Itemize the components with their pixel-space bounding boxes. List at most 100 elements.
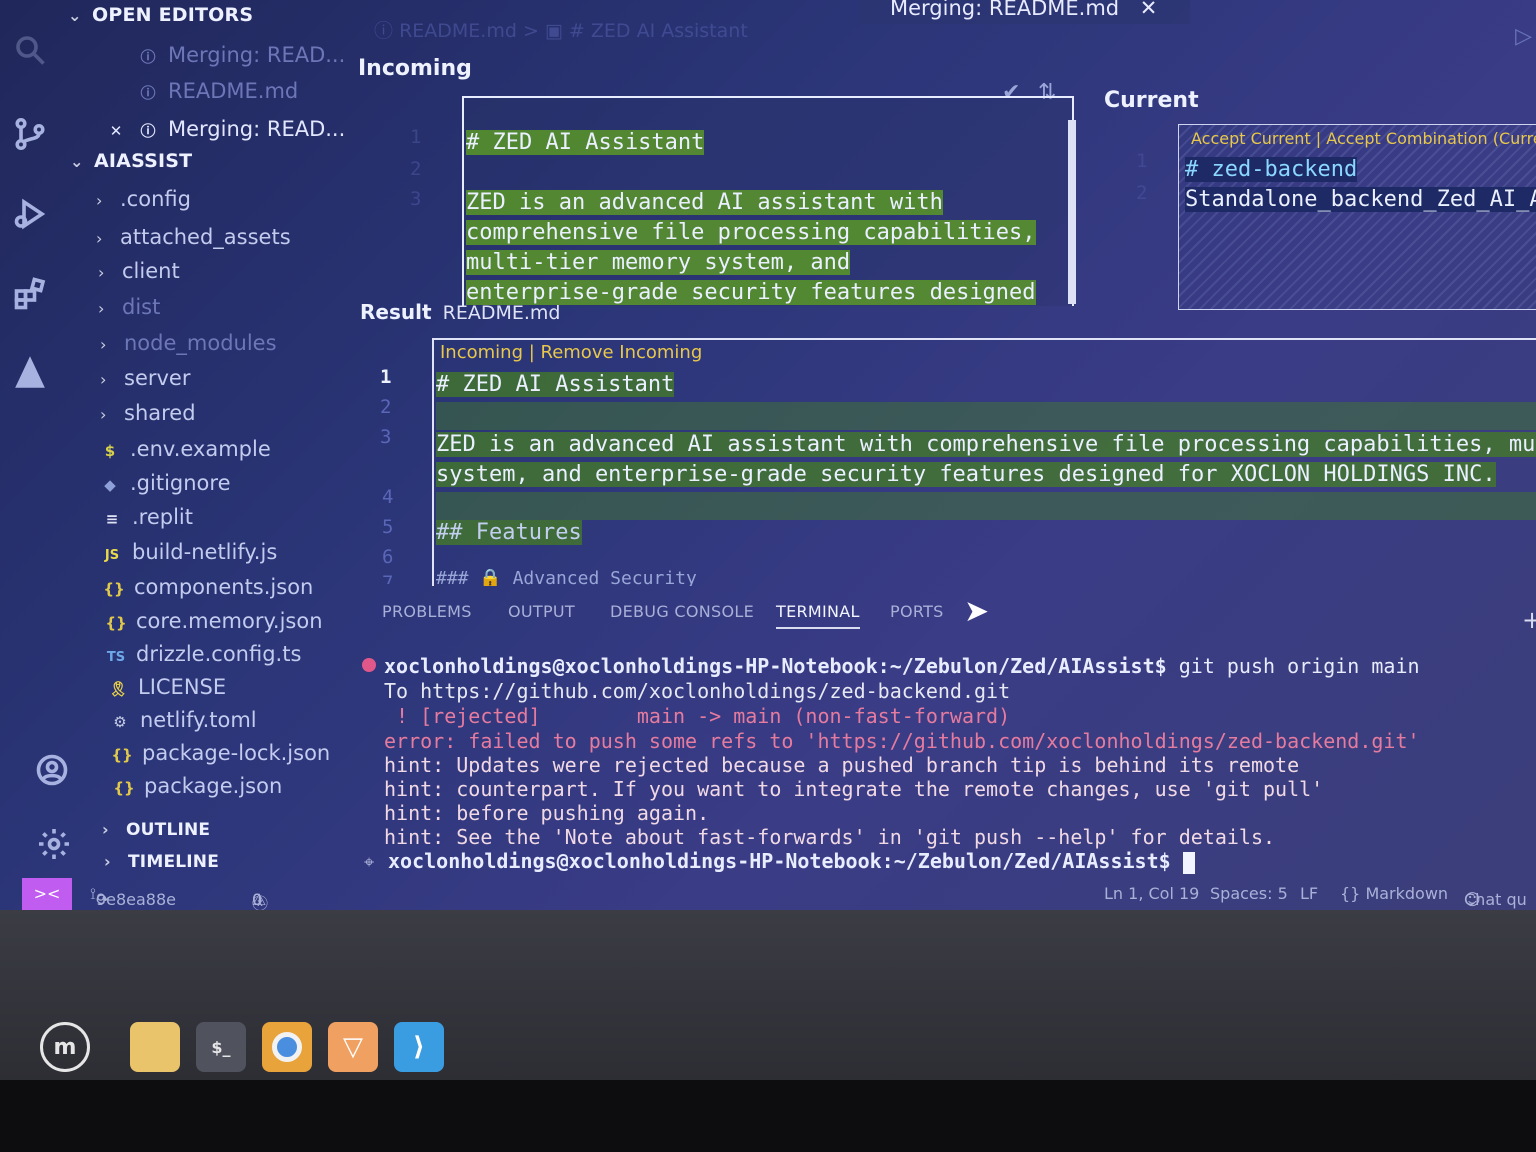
file-item[interactable]: 🎗 LICENSE <box>106 672 226 702</box>
mouse-cursor-icon: ➤ <box>964 594 990 629</box>
file-item[interactable]: $ .env.example <box>98 434 271 464</box>
terminal-output-line: hint: counterpart. If you want to integr… <box>384 777 1324 801</box>
editor-tab-merging[interactable]: Merging: README.md ✕ <box>890 0 1157 20</box>
folder-item[interactable]: › client <box>98 256 180 286</box>
tab-debug-console[interactable]: DEBUG CONSOLE <box>610 602 754 621</box>
run-play-icon[interactable]: ▷ <box>1515 24 1532 49</box>
tab-ports[interactable]: PORTS <box>890 602 944 621</box>
vscode-app-icon[interactable]: ⟩ <box>394 1022 444 1072</box>
run-debug-icon[interactable] <box>8 192 52 236</box>
add-terminal-icon[interactable]: + <box>1522 606 1536 634</box>
line-number: 2 <box>410 158 422 180</box>
file-item[interactable]: TS drizzle.config.ts <box>104 639 302 669</box>
folder-item[interactable]: › attached_assets <box>96 222 291 252</box>
line-number: 3 <box>380 426 392 448</box>
folder-item[interactable]: › shared <box>100 398 196 428</box>
terminal-cursor <box>1182 851 1195 874</box>
gear-file-icon: ⚙ <box>113 713 127 731</box>
code-line: comprehensive file processing capabiliti… <box>466 220 1036 245</box>
result-code-pane[interactable]: Incoming | Remove Incoming # ZED AI Assi… <box>432 338 1536 586</box>
folder-item[interactable]: › server <box>100 363 190 393</box>
remove-incoming-codelens[interactable]: Incoming | Remove Incoming <box>440 342 702 363</box>
remote-indicator-button[interactable]: >< <box>22 878 72 910</box>
json-file-icon: {} <box>105 614 127 632</box>
search-icon[interactable] <box>8 28 52 72</box>
mint-menu-icon[interactable]: m <box>40 1022 90 1072</box>
code-line: ## Features <box>436 520 582 545</box>
line-number: 5 <box>382 516 394 538</box>
code-line: multi-tier memory system, and <box>466 250 851 275</box>
json-file-icon: {} <box>103 580 125 598</box>
open-editors-header[interactable]: ⌄ OPEN EDITORS <box>68 4 253 26</box>
open-editor-item-active[interactable]: ✕ ⓘ Merging: READ... <box>104 114 346 146</box>
close-icon[interactable]: ✕ <box>104 116 128 146</box>
code-line: # ZED AI Assistant <box>436 372 675 397</box>
tab-problems[interactable]: PROBLEMS <box>382 602 472 621</box>
file-item[interactable]: ⚙ netlify.toml <box>108 705 256 735</box>
json-file-icon: {} <box>111 746 133 764</box>
line-number: 4 <box>382 486 394 508</box>
sail-extension-icon[interactable] <box>8 352 52 396</box>
source-control-icon[interactable] <box>8 112 52 156</box>
file-item[interactable]: {} package-lock.json <box>110 738 330 768</box>
eol-indicator[interactable]: LF <box>1300 884 1318 903</box>
merge-editor: Merging: README.md ✕ ⓘ README.md > ▣ # Z… <box>350 0 1536 590</box>
file-item[interactable]: {} package.json <box>112 771 282 801</box>
open-editor-item[interactable]: ⓘ README.md <box>136 76 298 106</box>
terminal-output-line: hint: See the 'Note about fast-forwards'… <box>384 825 1276 849</box>
incoming-code-pane[interactable]: # ZED AI Assistant ZED is an advanced AI… <box>462 96 1074 306</box>
typescript-file-icon: TS <box>106 650 126 665</box>
accept-current-codelens[interactable]: Accept Current | Accept Combination (Cur… <box>1191 129 1536 148</box>
chevron-down-icon: ⌄ <box>70 152 84 171</box>
result-pane-title: Result <box>360 300 432 324</box>
terminal-output-line: ! [rejected] main -> main (non-fast-forw… <box>384 704 1011 728</box>
license-ribbon-icon: 🎗 <box>108 680 128 698</box>
terminal-output-line: hint: Updates were rejected because a pu… <box>384 753 1300 777</box>
info-icon: ⓘ <box>140 122 156 140</box>
cursor-position[interactable]: Ln 1, Col 19 <box>1104 884 1199 903</box>
code-line: ### 🔒 Advanced Security <box>436 568 697 586</box>
close-tab-icon[interactable]: ✕ <box>1140 0 1158 20</box>
outline-header[interactable]: › OUTLINE <box>102 820 210 840</box>
line-number: 1 <box>410 126 422 148</box>
branch-indicator[interactable]: ⟟ 9e8ea88e ⟳ <box>90 884 176 909</box>
folder-item[interactable]: › node_modules <box>100 328 277 358</box>
code-line: # ZED AI Assistant <box>466 130 705 155</box>
vscode-window: ⌄ OPEN EDITORS ⓘ Merging: READ... ⓘ README.… <box>0 0 1536 910</box>
open-editor-item[interactable]: ⓘ Merging: READ... <box>136 40 345 70</box>
file-item[interactable]: JS build-netlify.js <box>100 537 277 567</box>
file-item[interactable]: {} components.json <box>102 572 313 602</box>
file-item[interactable]: ≡ .replit <box>100 502 193 532</box>
terminal-app-icon[interactable]: $_ <box>196 1022 246 1072</box>
extensions-icon[interactable] <box>8 272 52 316</box>
folder-item[interactable]: › .config <box>96 184 191 214</box>
files-folder-icon[interactable] <box>130 1022 180 1072</box>
current-pane-title: Current <box>1104 88 1199 113</box>
json-file-icon: {} <box>113 779 135 797</box>
file-item[interactable]: {} core.memory.json <box>104 606 322 636</box>
tab-terminal[interactable]: TERMINAL <box>776 602 860 629</box>
line-number: 2 <box>380 396 392 418</box>
chevron-down-icon: ⌄ <box>68 6 82 25</box>
folder-item[interactable]: › dist <box>98 292 160 322</box>
chevron-right-icon: › <box>104 852 111 871</box>
tab-output[interactable]: OUTPUT <box>508 602 575 621</box>
chrome-icon[interactable] <box>262 1022 312 1072</box>
terminal-final-prompt[interactable]: xoclonholdings@xoclonholdings-HP-Noteboo… <box>388 849 1195 874</box>
terminal-output-line: error: failed to push some refs to 'http… <box>384 729 1420 753</box>
info-icon: ⓘ <box>374 20 394 42</box>
brave-browser-icon[interactable]: ▽ <box>328 1022 378 1072</box>
sync-icon[interactable]: ⟳ <box>96 890 109 909</box>
language-mode[interactable]: {} Markdown <box>1340 884 1448 903</box>
timeline-header[interactable]: › TIMELINE <box>104 852 219 872</box>
project-header[interactable]: ⌄ AIASSIST <box>70 150 192 172</box>
text-file-icon: ≡ <box>105 510 119 528</box>
line-number: 1 <box>1136 150 1148 172</box>
current-code-pane[interactable]: Accept Current | Accept Combination (Cur… <box>1178 124 1536 310</box>
indentation-indicator[interactable]: Spaces: 5 <box>1210 884 1288 903</box>
line-number: 1 <box>380 366 392 388</box>
result-file-name: README.md <box>442 302 561 324</box>
file-item[interactable]: ◆ .gitignore <box>98 468 230 498</box>
chevron-right-icon: › <box>102 820 109 839</box>
scrollbar[interactable] <box>1068 120 1076 304</box>
